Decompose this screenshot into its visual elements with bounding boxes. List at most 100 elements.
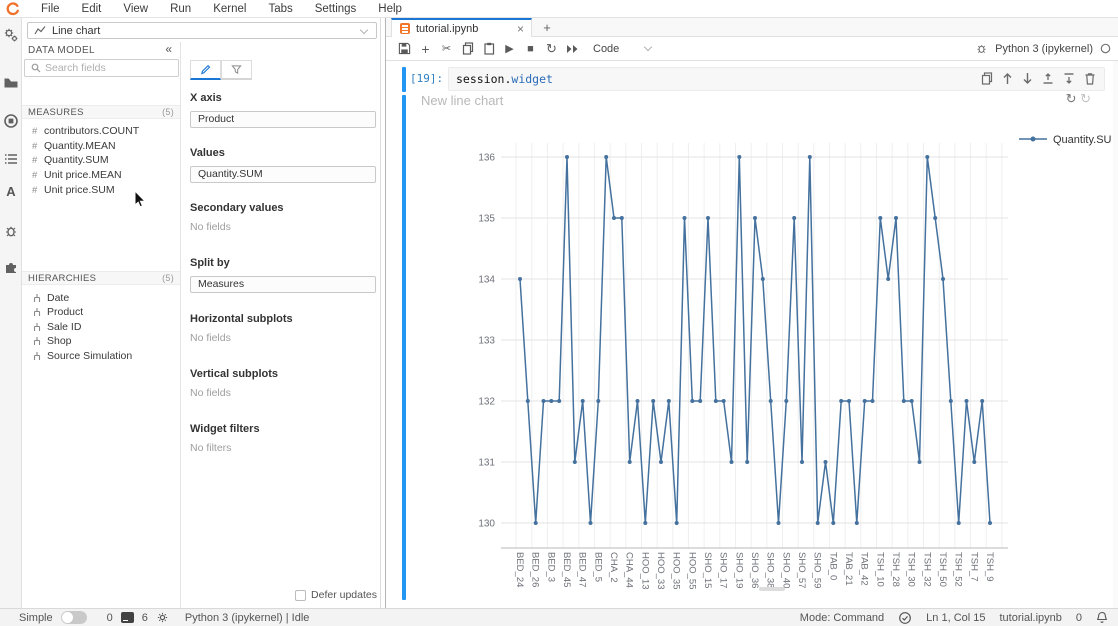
measure-icon: # [32, 170, 39, 181]
tab-edit-widget[interactable] [190, 60, 221, 80]
tab-tutorial-ipynb[interactable]: tutorial.ipynb × [391, 18, 532, 37]
cell-input[interactable]: session.widget [448, 67, 1105, 91]
trust-check-icon[interactable] [898, 611, 912, 625]
close-tab-icon[interactable]: × [517, 22, 524, 36]
menu-kernel[interactable]: Kernel [202, 0, 257, 18]
measure-item[interactable]: #Quantity.SUM [32, 153, 109, 167]
hierarchies-count: (5) [162, 272, 174, 285]
x-axis-field[interactable]: Product [190, 111, 376, 128]
save-icon[interactable] [394, 42, 415, 55]
kernel-status-icon [1100, 43, 1111, 54]
hierarchy-item[interactable]: Date [32, 291, 69, 305]
add-cell-icon[interactable]: + [415, 41, 436, 57]
menu-settings[interactable]: Settings [304, 0, 368, 18]
menu-tabs[interactable]: Tabs [257, 0, 303, 18]
widget-title[interactable]: New line chart [421, 93, 503, 108]
run-cell-icon[interactable]: ▶ [499, 42, 520, 55]
extensions-icon[interactable] [3, 258, 19, 274]
measure-icon: # [32, 126, 39, 137]
widget-refresh-icons[interactable]: ↻ ↻ [1066, 91, 1091, 107]
kernel-name[interactable]: Python 3 (ipykernel) [995, 43, 1093, 55]
svg-text:133: 133 [478, 336, 495, 347]
simple-mode-toggle[interactable] [61, 611, 87, 624]
cursor-position[interactable]: Ln 1, Col 15 [926, 612, 985, 624]
restart-kernel-icon[interactable]: ↻ [541, 41, 562, 57]
svg-text:CHA_2: CHA_2 [608, 552, 619, 583]
measures-section-header: MEASURES (5) [22, 105, 180, 119]
split-by-label: Split by [190, 257, 376, 269]
debugger-toggle-icon[interactable] [975, 42, 988, 55]
measure-item[interactable]: #Quantity.MEAN [32, 139, 116, 153]
atoti-panel-icon[interactable]: A [3, 184, 19, 200]
hierarchy-item[interactable]: Source Simulation [32, 349, 132, 363]
svg-text:SHO_38: SHO_38 [765, 552, 776, 588]
hierarchy-item[interactable]: Shop [32, 334, 72, 348]
move-cell-down-icon[interactable] [1022, 72, 1033, 90]
menu-view[interactable]: View [112, 0, 159, 18]
measure-item[interactable]: #Unit price.MEAN [32, 168, 122, 182]
duplicate-cell-icon[interactable] [981, 72, 993, 90]
new-tab-button[interactable]: + [536, 20, 558, 36]
split-by-field[interactable]: Measures [190, 276, 376, 293]
debugger-icon[interactable] [3, 222, 19, 238]
stop-kernel-icon[interactable]: ■ [520, 43, 541, 55]
svg-text:TSH_7: TSH_7 [968, 552, 979, 582]
kernels-gear-icon [156, 611, 169, 624]
table-of-contents-icon[interactable] [3, 150, 19, 166]
menu-run[interactable]: Run [159, 0, 202, 18]
notebook-scrollbar[interactable] [1113, 61, 1118, 608]
cut-cells-icon[interactable]: ✂ [436, 42, 457, 55]
values-field[interactable]: Quantity.SUM [190, 166, 376, 183]
svg-text:SHO_36: SHO_36 [749, 552, 760, 588]
kernel-count[interactable]: 6 [142, 612, 148, 624]
running-kernels-icon[interactable] [3, 112, 19, 128]
pencil-icon [200, 64, 211, 75]
svg-text:SHO_57: SHO_57 [796, 552, 807, 588]
notification-count[interactable]: 0 [1076, 612, 1082, 624]
secondary-values-label: Secondary values [190, 202, 284, 214]
cell-prompt: [19]: [410, 72, 443, 85]
measure-item[interactable]: #Unit price.SUM [32, 183, 115, 197]
bell-icon[interactable] [1096, 611, 1108, 624]
svg-text:HOO_13: HOO_13 [639, 552, 650, 590]
widget-config-column: X axis Product Values Quantity.SUM Secon… [182, 42, 381, 608]
measure-item[interactable]: #contributors.COUNT [32, 124, 139, 138]
search-input[interactable] [45, 62, 165, 74]
menu-file[interactable]: File [30, 0, 71, 18]
menu-edit[interactable]: Edit [71, 0, 113, 18]
insert-cell-below-icon[interactable] [1063, 72, 1075, 90]
tab-filters[interactable] [221, 60, 252, 80]
widget-type-selector[interactable]: Line chart [27, 22, 377, 39]
svg-text:HOO_35: HOO_35 [671, 552, 682, 590]
defer-updates-checkbox[interactable] [295, 590, 306, 601]
active-cell-input-bar[interactable] [402, 67, 406, 92]
values-label: Values [190, 147, 376, 159]
svg-text:SHO_19: SHO_19 [733, 552, 744, 588]
hierarchy-item[interactable]: Sale ID [32, 320, 81, 334]
svg-text:BED_5: BED_5 [592, 552, 603, 582]
simple-mode-label: Simple [19, 612, 53, 624]
menu-help[interactable]: Help [367, 0, 413, 18]
widget-gears-icon[interactable] [3, 26, 19, 42]
active-cell-output-bar[interactable] [402, 95, 406, 600]
svg-text:BED_3: BED_3 [545, 552, 556, 582]
hierarchy-icon [32, 322, 42, 332]
svg-text:TSH_52: TSH_52 [953, 552, 964, 587]
move-cell-up-icon[interactable] [1002, 72, 1013, 90]
restart-run-all-icon[interactable] [562, 43, 583, 55]
insert-cell-above-icon[interactable] [1042, 72, 1054, 90]
paste-cells-icon[interactable] [478, 42, 499, 55]
hierarchy-item[interactable]: Product [32, 305, 83, 319]
terminal-count[interactable]: 0 [107, 612, 113, 624]
collapse-panel-button[interactable]: « [165, 42, 172, 56]
delete-cell-icon[interactable] [1084, 72, 1096, 90]
refresh-icon: ↻ [1066, 91, 1077, 106]
vertical-subplots-empty: No fields [190, 387, 278, 399]
kernel-status-text[interactable]: Python 3 (ipykernel) | Idle [185, 612, 310, 624]
copy-cells-icon[interactable] [457, 42, 478, 55]
file-browser-icon[interactable] [3, 74, 19, 90]
cell-type-dropdown[interactable]: Code [593, 43, 651, 55]
svg-text:TSH_32: TSH_32 [921, 552, 932, 587]
horizontal-subplots-empty: No fields [190, 332, 293, 344]
hierarchies-section-header: HIERARCHIES (5) [22, 271, 180, 285]
